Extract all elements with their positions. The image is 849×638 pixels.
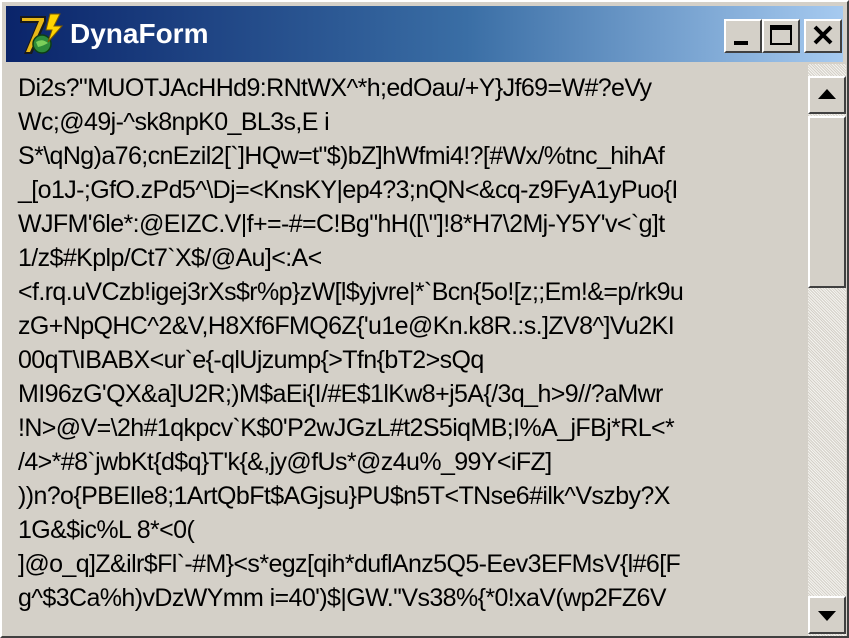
dynaform-window: DynaForm Di2s?"MUOTJAcHHd9:RNtWX^*h;edOa… — [0, 0, 849, 638]
text-line: S*\qNg)a76;cnEzil2[`]HQw=t"$)bZ]hWfmi4!?… — [18, 142, 665, 170]
text-line: ]@o_q]Z&ilr$Fl`-#M}<s*egz[qih*duflAnz5Q5… — [18, 550, 681, 578]
text-line: ))n?o{PBEIle8;1ArtQbFt$AGjsu}PU$n5T<TNse… — [18, 482, 670, 510]
text-line: Wc;@49j-^sk8npK0_BL3s,E i — [18, 108, 330, 136]
text-line: <f.rq.uVCzb!igej3rXs$r%p}zW[l$yjvre|*`Bc… — [18, 278, 684, 306]
title-bar[interactable]: DynaForm — [6, 6, 843, 62]
text-content-area[interactable]: Di2s?"MUOTJAcHHd9:RNtWX^*h;edOau/+Y}Jf69… — [6, 64, 806, 636]
text-line: WJFM'6le*:@EIZC.V|f+=-#=C!Bg"hH([\"]!8*H… — [18, 210, 665, 238]
text-line: zG+NpQHC^2&V,H8Xf6FMQ6Z{'u1e@Kn.k8R.:s.]… — [18, 312, 675, 340]
text-line: 1/z$#Kplp/Ct7`X$/@Au]<:A< — [18, 244, 322, 272]
minimize-icon — [734, 41, 748, 45]
minimize-button[interactable] — [724, 19, 762, 53]
text-line: 00qT\IBABX<ur`e{-qlUjzump{>Tfn{bT2>sQq — [18, 346, 484, 374]
close-button[interactable] — [804, 19, 842, 53]
text-line: _[o1J-;GfO.zPd5^\Dj=<KnsKY|ep4?3;nQN<&cq… — [18, 176, 678, 204]
text-line: /4>*#8`jwbKt{d$q}T'k{&,jy@fUs*@z4u%_99Y<… — [18, 448, 552, 476]
window-title: DynaForm — [70, 18, 209, 49]
dynaform-app-icon — [20, 13, 64, 54]
text-line: MI96zG'QX&a]U2R;)M$aEi{I/#E$1lKw8+j5A{/3… — [18, 380, 663, 408]
scrollbar-thumb[interactable] — [808, 116, 846, 288]
maximize-icon — [770, 25, 792, 45]
close-icon — [813, 25, 833, 45]
text-line: Di2s?"MUOTJAcHHd9:RNtWX^*h;edOau/+Y}Jf69… — [18, 74, 652, 102]
scroll-up-arrow-icon — [818, 89, 836, 99]
scroll-down-arrow-icon — [818, 611, 836, 621]
maximize-button[interactable] — [762, 19, 800, 53]
text-line: 1G&$ic%L 8*<0( — [18, 516, 195, 544]
scroll-up-button[interactable] — [808, 76, 846, 114]
vertical-scrollbar[interactable] — [808, 64, 846, 636]
scroll-down-button[interactable] — [808, 596, 846, 634]
text-line: g^$3Ca%h)vDzWYmm i=40')$|GW.''Vs38%{*0!x… — [18, 584, 667, 612]
text-line: !N>@V=\2h#1qkpcv`K$0'P2wJGzL#t2S5iqMB;I%… — [18, 414, 675, 442]
